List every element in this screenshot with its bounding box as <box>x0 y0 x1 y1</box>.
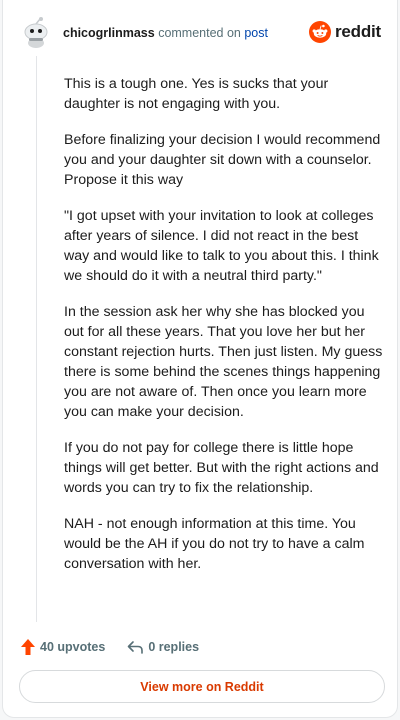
reply-count: 0 replies <box>148 640 200 654</box>
comment-body: This is a tough one. Yes is sucks that y… <box>64 74 384 590</box>
upvote-arrow-icon <box>21 639 35 655</box>
thread-line <box>36 56 37 622</box>
upvote-count: 40 upvotes <box>40 640 106 654</box>
comment-paragraph: If you do not pay for college there is l… <box>64 440 379 496</box>
meta-action-text: commented on <box>158 26 241 40</box>
comment-paragraph: This is a tough one. Yes is sucks that y… <box>64 76 329 112</box>
reddit-logo[interactable]: reddit <box>308 21 381 43</box>
comment-paragraph: "I got upset with your invitation to loo… <box>64 208 379 284</box>
reply-button[interactable]: 0 replies <box>127 640 199 654</box>
avatar[interactable] <box>21 16 51 48</box>
comment-actions: 40 upvotes 0 replies <box>21 637 199 657</box>
comment-meta: chicogrlinmass commented on post <box>63 26 268 40</box>
logo-text: reddit <box>334 22 381 41</box>
post-link[interactable]: post <box>244 26 268 40</box>
reply-arrow-icon <box>128 641 144 654</box>
upvote-button[interactable]: 40 upvotes <box>21 639 105 655</box>
username-link[interactable]: chicogrlinmass <box>63 26 155 40</box>
comment-header: chicogrlinmass commented on post reddit <box>19 14 381 54</box>
comment-paragraph: In the session ask her why she has block… <box>64 304 383 420</box>
comment-card: chicogrlinmass commented on post reddit … <box>2 0 398 718</box>
view-more-button[interactable]: View more on Reddit <box>19 670 385 703</box>
comment-paragraph: Before finalizing your decision I would … <box>64 132 381 188</box>
comment-paragraph: NAH - not enough information at this tim… <box>64 516 365 572</box>
reddit-logo-icon <box>308 21 331 43</box>
